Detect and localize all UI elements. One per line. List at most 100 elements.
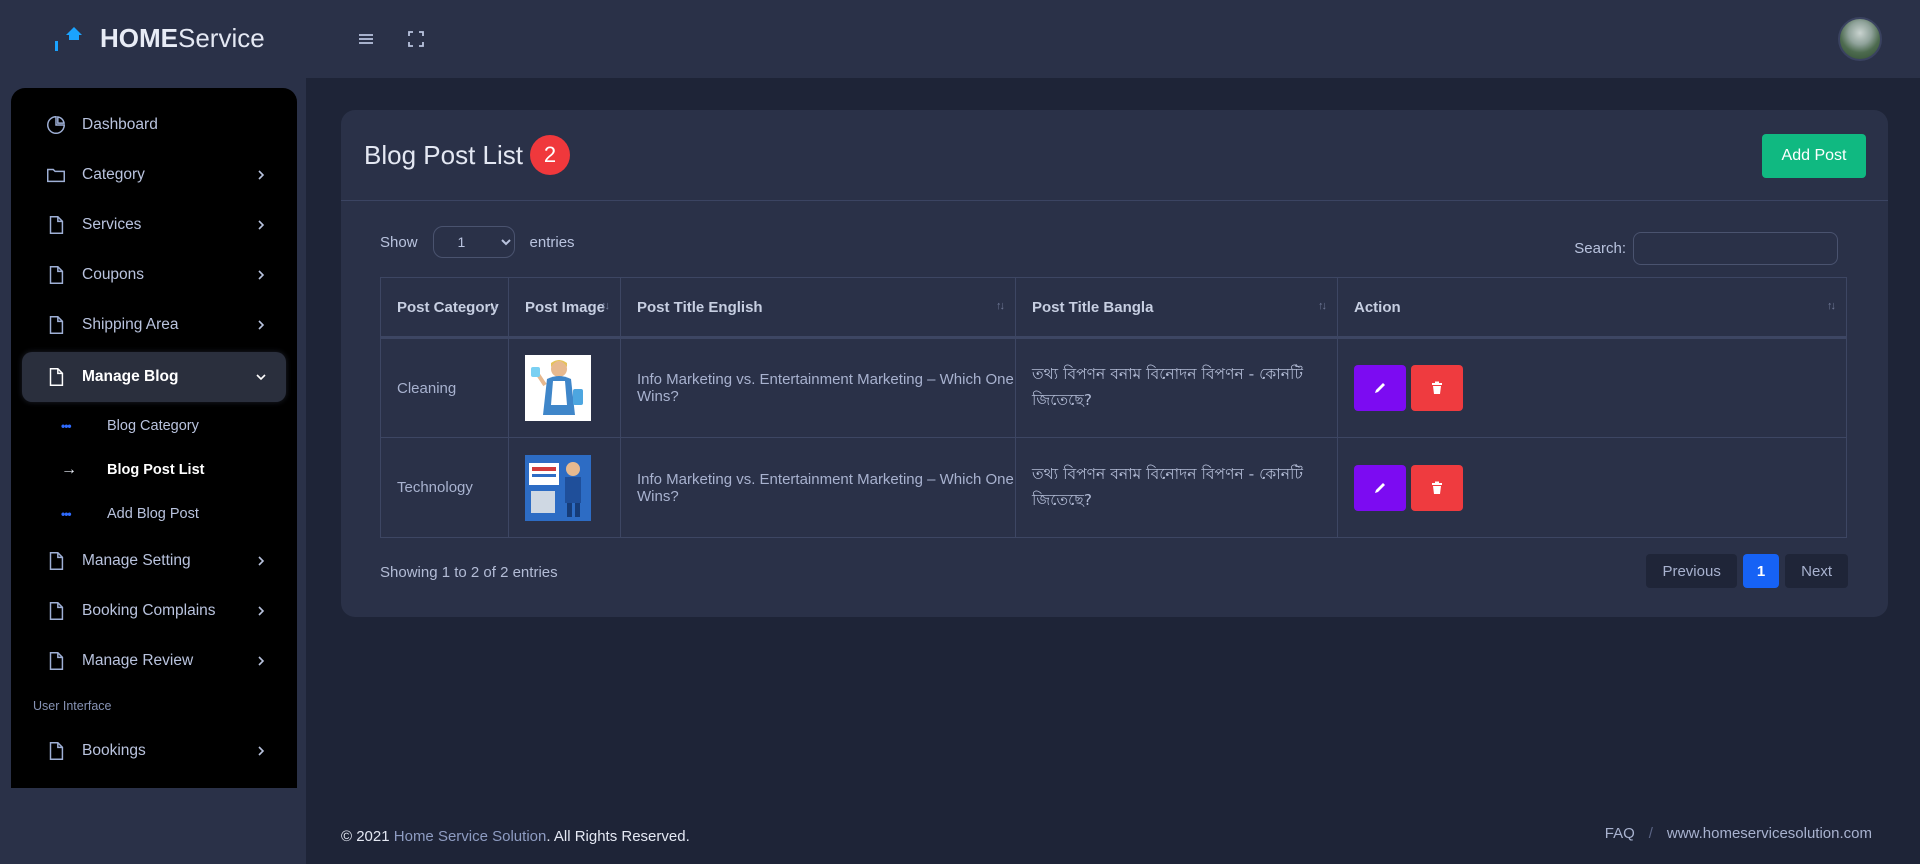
column-header-action[interactable]: Action ↑↓ <box>1337 277 1847 339</box>
pencil-icon <box>1375 482 1385 493</box>
post-title-bangla-cell: তথ্য বিপণন বনাম বিনোদন বিপণন - কোনটি জিত… <box>1015 337 1338 438</box>
count-badge: 2 <box>529 135 570 175</box>
entries-label: entries <box>529 233 575 251</box>
next-page-button[interactable]: Next <box>1785 554 1848 588</box>
sidebar-item-dashboard[interactable]: Dashboard <box>11 100 297 150</box>
company-link[interactable]: Home Service Solution <box>394 828 547 845</box>
chevron-down-icon <box>256 374 266 381</box>
repair-service-thumbnail <box>525 454 591 521</box>
delete-button[interactable] <box>1411 464 1464 511</box>
sidebar-item-label: Manage Setting <box>82 552 191 569</box>
sidebar-item-label: Coupons <box>82 266 145 283</box>
action-cell <box>1337 337 1847 438</box>
pie-chart-icon <box>47 116 65 134</box>
sidebar: HOME Service Dashboard Category Services … <box>0 0 306 864</box>
sidebar-item-category[interactable]: Category <box>11 150 297 200</box>
column-header-label: Post Title Bangla <box>1032 298 1154 316</box>
action-cell <box>1337 437 1847 538</box>
previous-page-button[interactable]: Previous <box>1646 554 1737 588</box>
cleaning-maid-thumbnail <box>525 355 591 421</box>
column-header-label: Action <box>1354 298 1401 316</box>
file-icon <box>49 368 64 386</box>
trash-icon <box>1432 381 1443 394</box>
column-header-post-title-bangla[interactable]: Post Title Bangla ↑↓ <box>1015 277 1338 339</box>
column-header-label: Post Image <box>525 298 606 316</box>
copyright-suffix: . All Rights Reserved. <box>546 828 690 845</box>
column-header-post-title-english[interactable]: Post Title English ↑↓ <box>620 277 1016 339</box>
sidebar-item-label: Manage Review <box>82 652 194 669</box>
faq-link[interactable]: FAQ <box>1605 825 1635 842</box>
sidebar-item-shipping-area[interactable]: Shipping Area <box>11 300 297 350</box>
file-icon <box>49 316 64 334</box>
sidebar-menu: Dashboard Category Services Coupons Ship… <box>11 88 297 788</box>
show-label: Show <box>380 233 418 251</box>
delete-button[interactable] <box>1411 365 1464 411</box>
chevron-right-icon <box>258 746 265 756</box>
sidebar-item-coupons[interactable]: Coupons <box>11 250 297 300</box>
search-label: Search: <box>1574 240 1626 257</box>
hamburger-menu-icon[interactable] <box>356 29 376 49</box>
column-header-label: Post Category <box>397 298 499 316</box>
post-title-english-cell: Info Marketing vs. Entertainment Marketi… <box>620 337 1016 438</box>
sidebar-item-bookings[interactable]: Bookings <box>11 726 297 776</box>
arrow-right-icon: → <box>61 461 77 478</box>
blog-post-table: Post Category ↑↓ Post Image ↑↓ Post Titl… <box>380 277 1847 538</box>
brand-logo[interactable]: HOME Service <box>0 0 306 76</box>
chevron-right-icon <box>258 606 265 616</box>
sidebar-item-label: Shipping Area <box>82 316 179 333</box>
edit-button[interactable] <box>1354 464 1406 511</box>
file-icon <box>49 602 64 620</box>
column-header-label: Post Title English <box>637 298 763 316</box>
edit-button[interactable] <box>1354 365 1406 411</box>
file-icon <box>49 652 64 670</box>
add-post-button[interactable]: Add Post <box>1762 134 1866 178</box>
file-icon <box>49 216 64 234</box>
copyright-prefix: © 2021 <box>341 828 394 845</box>
search-control: Search: <box>1574 232 1838 265</box>
column-header-post-category[interactable]: Post Category ↑↓ <box>380 277 509 339</box>
sort-icon: ↑↓ <box>1318 300 1327 312</box>
sidebar-subitem-blog-post-list[interactable]: → Blog Post List <box>11 448 297 492</box>
page-title: Blog Post List <box>364 139 523 170</box>
chevron-right-icon <box>258 556 265 566</box>
sidebar-item-manage-setting[interactable]: Manage Setting <box>11 536 297 586</box>
sidebar-subitem-label: Blog Post List <box>107 462 205 478</box>
chevron-right-icon <box>258 656 265 666</box>
bullet-dots-icon: ••• <box>61 419 72 433</box>
sidebar-item-booking-complains[interactable]: Booking Complains <box>11 586 297 636</box>
website-link[interactable]: www.homeservicesolution.com <box>1667 825 1872 842</box>
footer-links: FAQ / www.homeservicesolution.com <box>1605 825 1872 842</box>
sidebar-item-services[interactable]: Services <box>11 200 297 250</box>
sidebar-subitem-blog-category[interactable]: ••• Blog Category <box>11 404 297 448</box>
topbar <box>306 0 1920 78</box>
page-size-control: Show 1 entries <box>380 226 575 258</box>
page-size-select[interactable]: 1 <box>432 226 515 258</box>
sort-icon: ↑↓ <box>1827 300 1836 312</box>
sidebar-item-label: Services <box>82 216 142 233</box>
table-row: Cleaning Info Marketing vs. Entertainmen… <box>380 337 1847 438</box>
search-input[interactable] <box>1633 232 1838 265</box>
chevron-right-icon <box>258 320 265 330</box>
sidebar-subitem-label: Add Blog Post <box>107 506 199 522</box>
sidebar-item-manage-blog[interactable]: Manage Blog <box>22 352 286 402</box>
table-controls: Show 1 entries Search: <box>380 226 1838 266</box>
sort-ascending-icon: ↑↓ <box>489 300 498 312</box>
post-title-english-cell: Info Marketing vs. Entertainment Marketi… <box>620 437 1016 538</box>
post-category-cell: Cleaning <box>380 337 509 438</box>
file-icon <box>49 266 64 284</box>
sidebar-item-label: Dashboard <box>82 116 158 133</box>
sort-icon: ↑↓ <box>601 300 610 312</box>
post-image-cell <box>508 337 621 438</box>
sidebar-subitem-add-blog-post[interactable]: ••• Add Blog Post <box>11 492 297 536</box>
sidebar-item-manage-review[interactable]: Manage Review <box>11 636 297 686</box>
home-logo-icon <box>55 27 82 51</box>
card-header: Blog Post List 2 Add Post <box>341 110 1888 201</box>
page-1-button[interactable]: 1 <box>1742 554 1780 588</box>
sort-icon: ↑↓ <box>996 300 1005 312</box>
avatar[interactable] <box>1838 17 1882 61</box>
fullscreen-icon[interactable] <box>406 29 426 49</box>
column-header-post-image[interactable]: Post Image ↑↓ <box>508 277 621 339</box>
chevron-right-icon <box>258 220 265 230</box>
file-icon <box>49 552 64 570</box>
brand-light: Service <box>178 22 265 53</box>
